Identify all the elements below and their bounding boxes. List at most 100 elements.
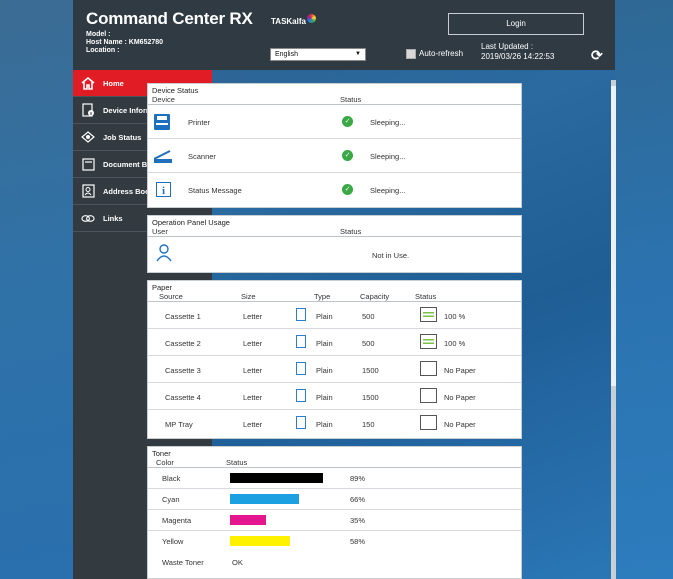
paper-tray-level-icon [420, 361, 437, 376]
column-header: Status [340, 227, 362, 236]
toner-percent: 35% [350, 516, 366, 525]
taskalfa-logo-icon [306, 14, 316, 23]
header-bar: Command Center RX Model : Host Name : KM… [73, 0, 615, 70]
paper-tray-level-icon [420, 388, 437, 403]
device-status: Sleeping... [370, 118, 406, 127]
table-row: Cassette 2 Letter Plain 500 100 % [148, 329, 521, 356]
info-icon: i [156, 182, 171, 199]
table-row: Not in Use. [148, 237, 521, 272]
table-header: Source Size Type Capacity Status [148, 292, 521, 302]
column-header: Color [156, 458, 174, 467]
sidebar-item-label: Job Status [103, 132, 142, 142]
device-status-panel: Device Status Device Status Printer ✓ Sl… [147, 83, 522, 208]
language-select[interactable]: English ▼ [270, 48, 366, 61]
scanner-icon [153, 149, 172, 165]
paper-type: Plain [316, 366, 333, 375]
table-header: Color Status [148, 458, 521, 468]
table-row: Scanner ✓ Sleeping... [148, 139, 521, 173]
column-header: Capacity [360, 292, 390, 301]
svg-text:i: i [162, 185, 165, 197]
device-status: Sleeping... [370, 186, 406, 195]
paper-status: 100 % [444, 339, 466, 348]
column-header: Status [340, 95, 362, 104]
links-icon [81, 211, 95, 225]
paper-size: Letter [243, 312, 263, 321]
toner-table-body: Black 89% Cyan 66% Magenta 35% Yellow 58% [148, 468, 521, 552]
paper-capacity: 500 [362, 339, 375, 348]
paper-table-body: Cassette 1 Letter Plain 500 100 % Cassette 2 L… [148, 302, 521, 437]
table-row: Cyan 66% [148, 489, 521, 510]
column-header: Status [415, 292, 437, 301]
paper-tray-level-icon [420, 307, 437, 322]
column-header: Status [226, 458, 248, 467]
paper-capacity: 1500 [362, 366, 379, 375]
toner-color: Cyan [162, 495, 180, 504]
table-row: Cassette 1 Letter Plain 500 100 % [148, 302, 521, 329]
device-name: Printer [188, 118, 211, 127]
table-row: i Status Message ✓ Sleeping... [148, 173, 521, 207]
sidebar-item-label: Home [103, 78, 124, 88]
panel-title: Toner [152, 449, 171, 458]
job-status-icon [81, 130, 95, 144]
refresh-icon[interactable]: ⟳ [591, 47, 603, 64]
operation-panel-usage-panel: Operation Panel Usage User Status Not in… [147, 215, 522, 273]
toner-level-bar [230, 473, 323, 483]
table-row: Cassette 3 Letter Plain 1500 No Paper [148, 356, 521, 383]
check-icon: ✓ [342, 184, 353, 195]
main-content: Device Status Device Status Printer ✓ Sl… [143, 79, 526, 579]
paper-sheet-icon [296, 335, 306, 348]
toner-level-bar [230, 536, 290, 546]
paper-tray-level-icon [420, 334, 437, 349]
waste-toner-status: OK [232, 558, 243, 567]
table-row: Black 89% [148, 468, 521, 489]
sidebar-item-label: Links [103, 213, 123, 223]
paper-type: Plain [316, 312, 333, 321]
column-header: User [152, 227, 168, 236]
table-row: Waste Toner OK [148, 552, 521, 572]
paper-source: Cassette 4 [165, 393, 201, 402]
home-icon [81, 76, 95, 90]
table-row: Printer ✓ Sleeping... [148, 105, 521, 139]
paper-size: Letter [243, 366, 263, 375]
column-header: Device [152, 95, 175, 104]
last-updated-value: 2019/03/26 14:22:53 [481, 52, 555, 61]
user-icon [156, 244, 172, 264]
content-scrollbar[interactable] [611, 80, 616, 579]
check-icon: ✓ [342, 116, 353, 127]
auto-refresh-checkbox[interactable] [406, 49, 416, 59]
panel-usage-status: Not in Use. [372, 251, 410, 260]
background-left [0, 0, 73, 579]
table-row: Magenta 35% [148, 510, 521, 531]
table-header: Device Status [148, 95, 521, 105]
paper-status: No Paper [444, 366, 476, 375]
paper-source: Cassette 3 [165, 366, 201, 375]
auto-refresh-toggle[interactable]: Auto-refresh [406, 49, 463, 59]
table-header: User Status [148, 227, 521, 237]
column-header: Type [314, 292, 331, 301]
table-row: Cassette 4 Letter Plain 1500 No Paper [148, 383, 521, 410]
paper-status: 100 % [444, 312, 466, 321]
toner-color: Magenta [162, 516, 192, 525]
scrollbar-thumb[interactable] [611, 86, 616, 386]
app-title: Command Center RX [86, 9, 253, 28]
model-label: Model : [86, 31, 111, 38]
panel-title: Device Status [152, 86, 199, 95]
location-label: Location : [86, 47, 120, 54]
device-status: Sleeping... [370, 152, 406, 161]
toner-panel: Toner Color Status Black 89% Cyan 66% Magent… [147, 446, 522, 579]
auto-refresh-label: Auto-refresh [419, 49, 464, 59]
last-updated-label: Last Updated : [481, 42, 534, 51]
host-name-label: Host Name : KM652780 [86, 39, 164, 46]
paper-source: Cassette 2 [165, 339, 201, 348]
paper-status: No Paper [444, 420, 476, 429]
taskalfa-logo: TASKalfa [271, 14, 316, 26]
paper-source: Cassette 1 [165, 312, 201, 321]
document-box-icon [81, 157, 95, 171]
chevron-down-icon: ▼ [355, 51, 361, 57]
address-book-icon [81, 184, 95, 198]
last-updated: Last Updated : 2019/03/26 14:22:53 [481, 42, 554, 62]
login-button[interactable]: Login [448, 13, 584, 35]
paper-size: Letter [243, 420, 263, 429]
toner-color: Black [162, 474, 181, 483]
paper-capacity: 1500 [362, 393, 379, 402]
